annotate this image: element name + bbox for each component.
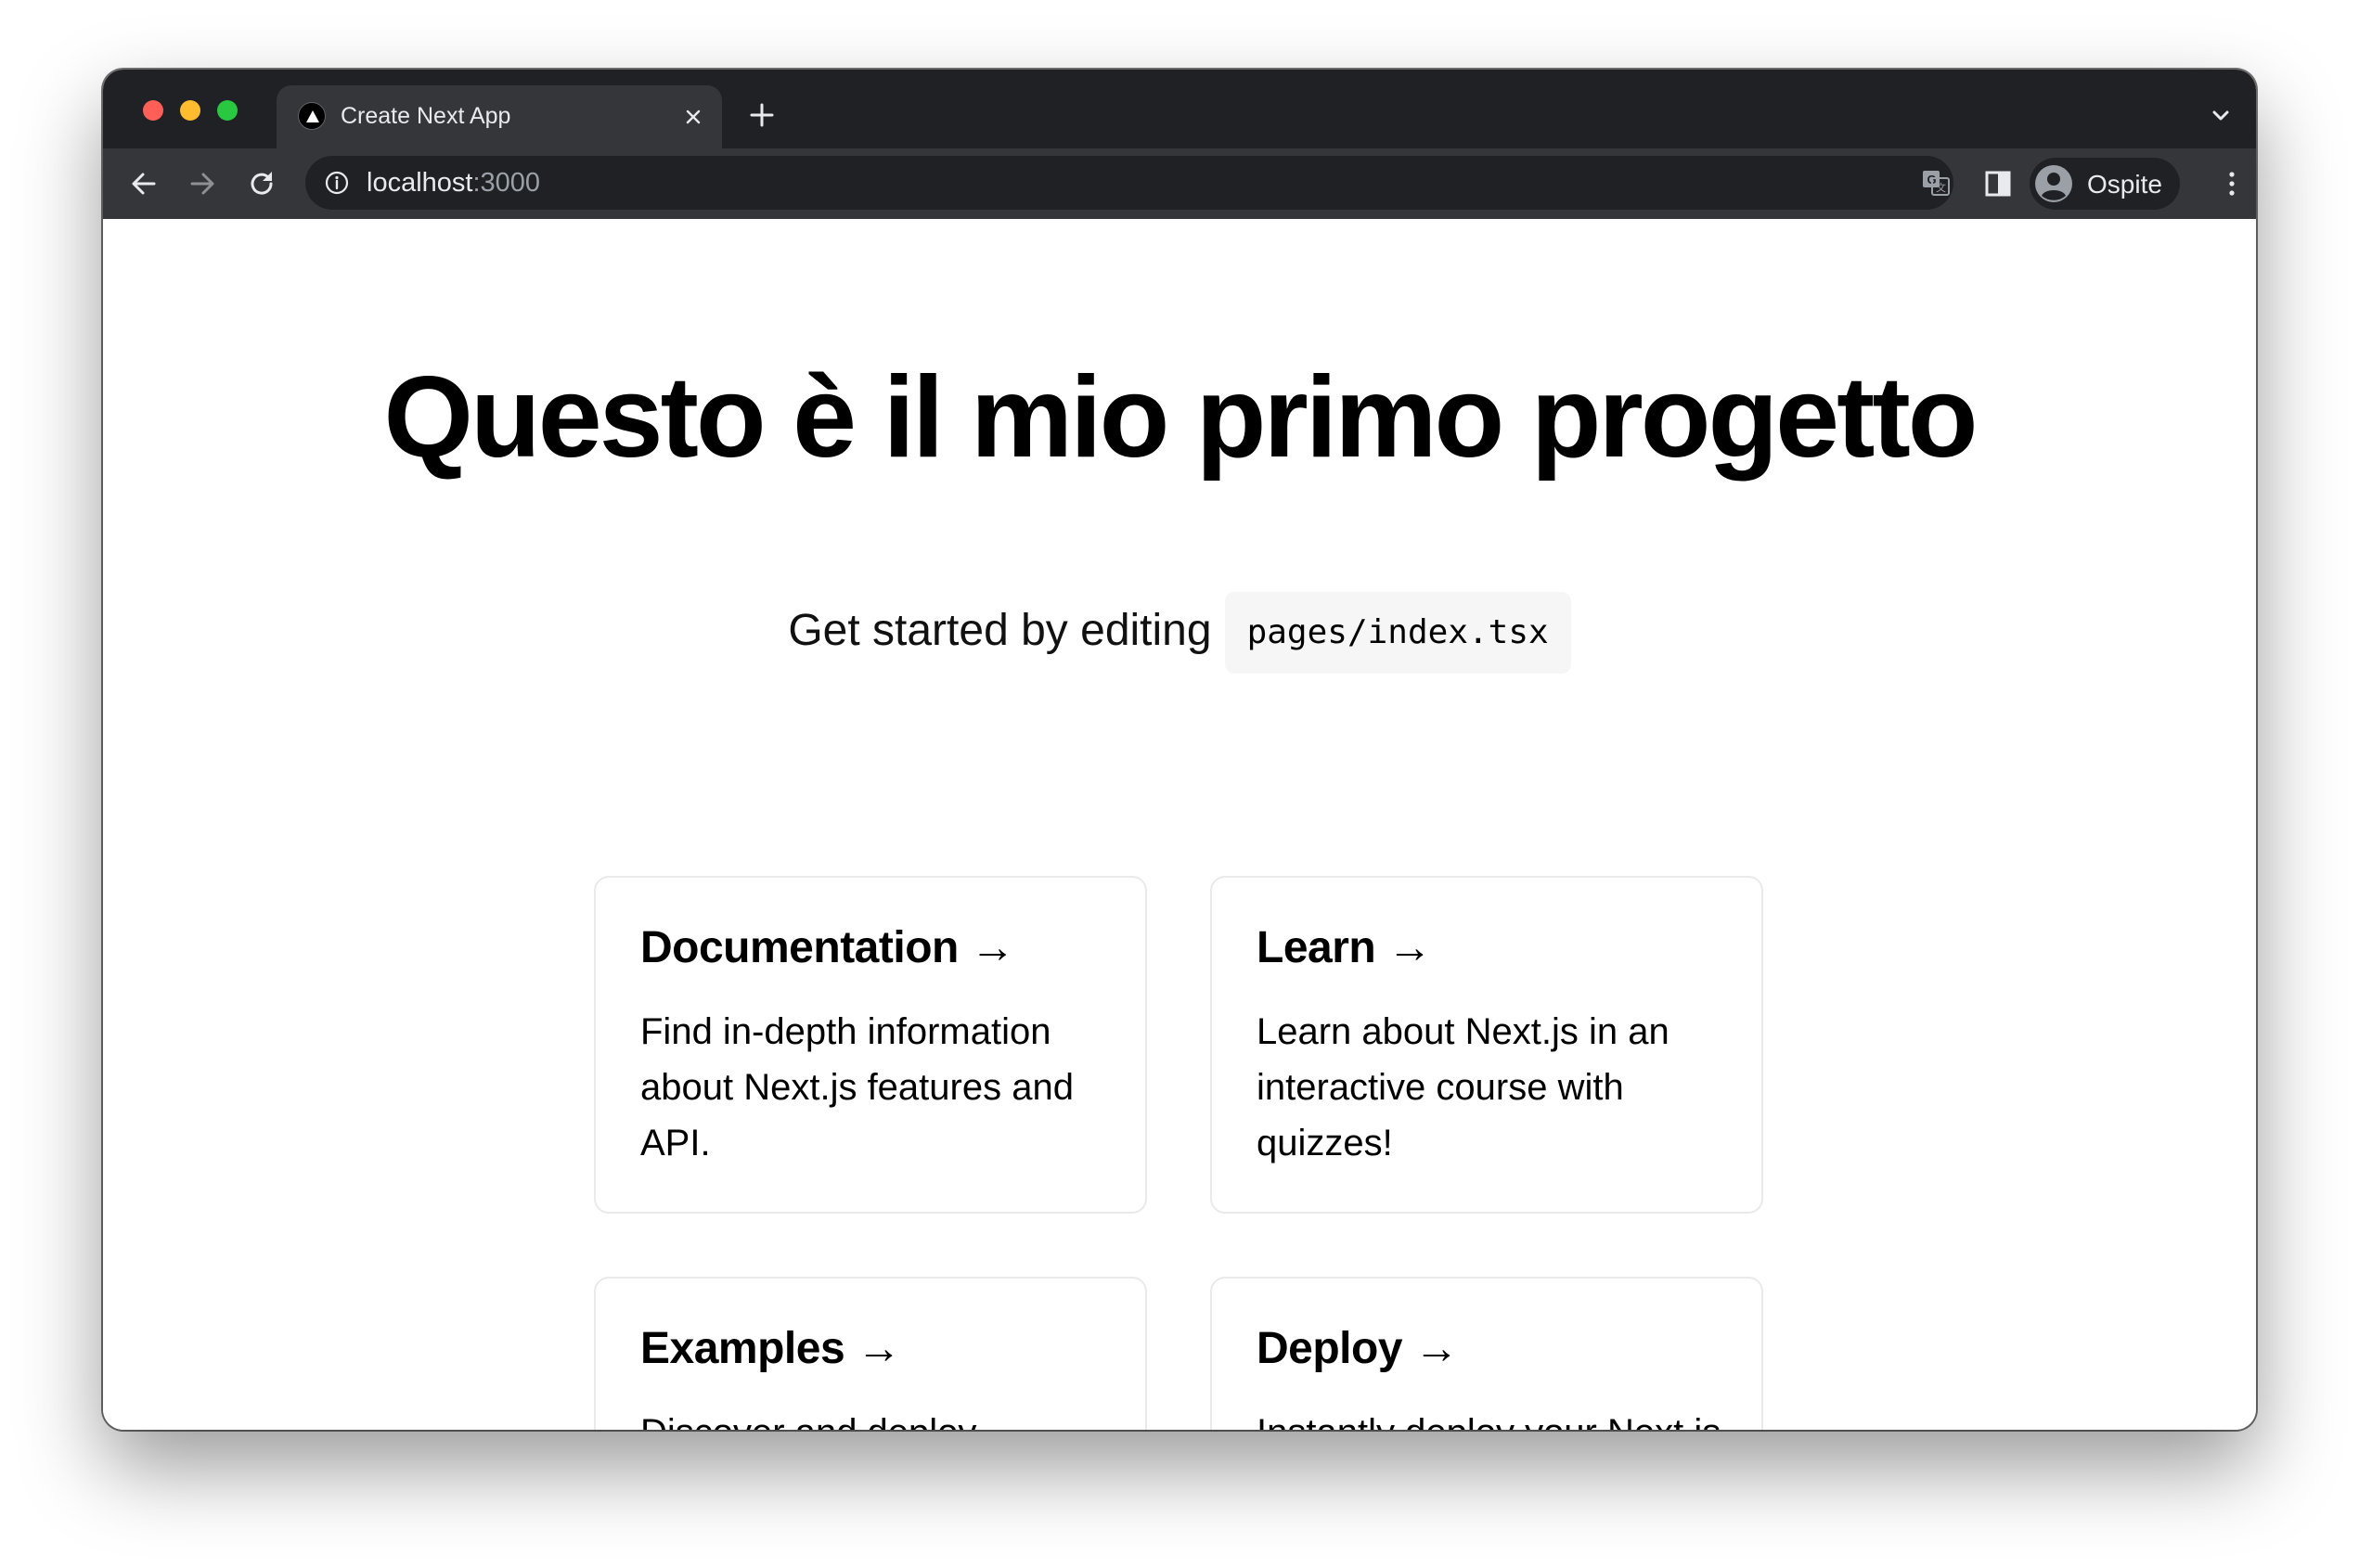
tab-close-icon[interactable] <box>681 105 705 129</box>
nextjs-triangle-icon <box>298 102 326 130</box>
card-title: Documentation → <box>640 923 1015 972</box>
card-examples[interactable]: Examples → Discover and deploy boilerpla… <box>594 1277 1147 1430</box>
screenshot-stage: Create Next App localhost:3000 G 文 Ospit… <box>0 0 2359 1568</box>
page-viewport: Questo è il mio primo progetto Get start… <box>103 219 2256 1430</box>
close-window-button[interactable] <box>143 100 163 121</box>
browser-toolbar: localhost:3000 G 文 Ospite <box>103 148 2256 219</box>
tab-title: Create Next App <box>341 103 511 129</box>
svg-text:文: 文 <box>1936 181 1946 194</box>
card-documentation[interactable]: Documentation → Find in-depth informatio… <box>594 876 1147 1214</box>
url-port: :3000 <box>472 168 541 198</box>
info-icon[interactable] <box>324 170 350 196</box>
card-learn[interactable]: Learn → Learn about Next.js in an intera… <box>1210 876 1763 1214</box>
tab-create-next-app[interactable]: Create Next App <box>277 85 722 148</box>
new-tab-plus-icon[interactable] <box>748 101 776 129</box>
card-description: Instantly deploy your Next.js site to a … <box>1257 1405 1739 1430</box>
get-started-label: Get started by editing <box>788 606 1212 655</box>
translate-icon[interactable]: G 文 <box>1920 167 1952 199</box>
tab-search-chevron-down-icon[interactable] <box>2208 103 2234 129</box>
side-panel-icon[interactable] <box>1981 167 2015 200</box>
profile-button[interactable]: Ospite <box>2030 158 2180 210</box>
browser-window: Create Next App localhost:3000 G 文 Ospit… <box>103 70 2256 1430</box>
profile-name: Ospite <box>2087 170 2162 199</box>
get-started-text: Get started by editing pages/index.tsx <box>103 590 2256 675</box>
card-title: Deploy → <box>1257 1324 1459 1373</box>
minimize-window-button[interactable] <box>180 100 200 121</box>
guest-avatar-icon <box>2033 163 2074 204</box>
forward-arrow-icon[interactable] <box>186 167 219 200</box>
card-description: Discover and deploy boilerplate example … <box>640 1405 1123 1430</box>
tab-strip: Create Next App <box>103 70 2256 148</box>
card-deploy[interactable]: Deploy → Instantly deploy your Next.js s… <box>1210 1277 1763 1430</box>
kebab-menu-icon[interactable] <box>2215 167 2249 200</box>
maximize-window-button[interactable] <box>217 100 238 121</box>
card-title: Learn → <box>1257 923 1432 972</box>
url-text: localhost:3000 <box>367 168 540 199</box>
page-title: Questo è il mio primo progetto <box>383 353 1979 482</box>
card-description: Find in-depth information about Next.js … <box>640 1011 1074 1163</box>
reload-icon[interactable] <box>245 167 278 200</box>
card-description: Learn about Next.js in an interactive co… <box>1257 1011 1669 1163</box>
back-arrow-icon[interactable] <box>127 167 161 200</box>
url-host: localhost <box>367 168 473 198</box>
card-title: Examples → <box>640 1324 901 1373</box>
file-path-code: pages/index.tsx <box>1224 592 1571 675</box>
address-bar[interactable]: localhost:3000 G 文 <box>305 156 1953 210</box>
